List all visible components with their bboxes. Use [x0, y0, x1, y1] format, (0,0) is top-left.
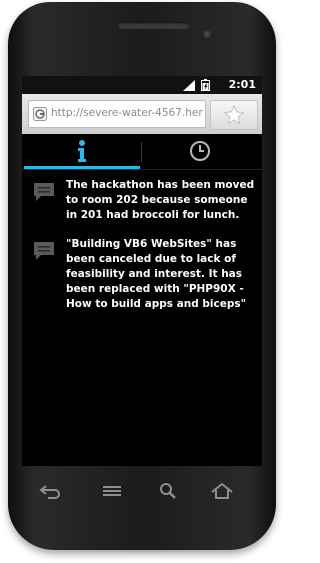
info-icon — [71, 139, 93, 163]
globe-icon — [33, 106, 47, 121]
chat-bubble-icon — [32, 241, 56, 261]
selected-tab-indicator — [24, 166, 140, 169]
tab-bar — [22, 134, 262, 170]
star-icon — [223, 104, 245, 126]
clock-icon — [189, 140, 211, 162]
tab-info[interactable] — [22, 134, 142, 169]
url-field[interactable]: http://severe-water-4567.hero... — [28, 100, 206, 128]
status-clock: 2:01 — [228, 78, 256, 91]
status-bar: 2:01 — [22, 76, 262, 94]
tab-history[interactable] — [142, 134, 262, 169]
phone-screen: 2:01 http://severe-water-4567.hero... Th… — [22, 76, 262, 466]
search-icon[interactable] — [154, 480, 182, 502]
back-icon[interactable] — [36, 480, 64, 502]
home-icon[interactable] — [208, 480, 236, 502]
list-item: The hackathon has been moved to room 202… — [22, 178, 262, 223]
browser-toolbar: http://severe-water-4567.hero... — [22, 94, 262, 134]
hardware-nav-bar — [28, 476, 256, 508]
earpiece-speaker — [118, 22, 190, 29]
message-list: The hackathon has been moved to room 202… — [22, 178, 262, 326]
menu-icon[interactable] — [98, 480, 126, 502]
front-camera — [203, 30, 213, 40]
signal-icon — [183, 79, 195, 91]
bookmark-button[interactable] — [210, 100, 258, 130]
url-text: http://severe-water-4567.hero... — [51, 107, 203, 119]
battery-icon — [201, 79, 210, 91]
list-item: "Building VB6 WebSites" has been cancele… — [22, 237, 262, 312]
message-text: "Building VB6 WebSites" has been cancele… — [66, 238, 247, 310]
message-text: The hackathon has been moved to room 202… — [66, 179, 255, 221]
chat-bubble-icon — [32, 182, 56, 202]
